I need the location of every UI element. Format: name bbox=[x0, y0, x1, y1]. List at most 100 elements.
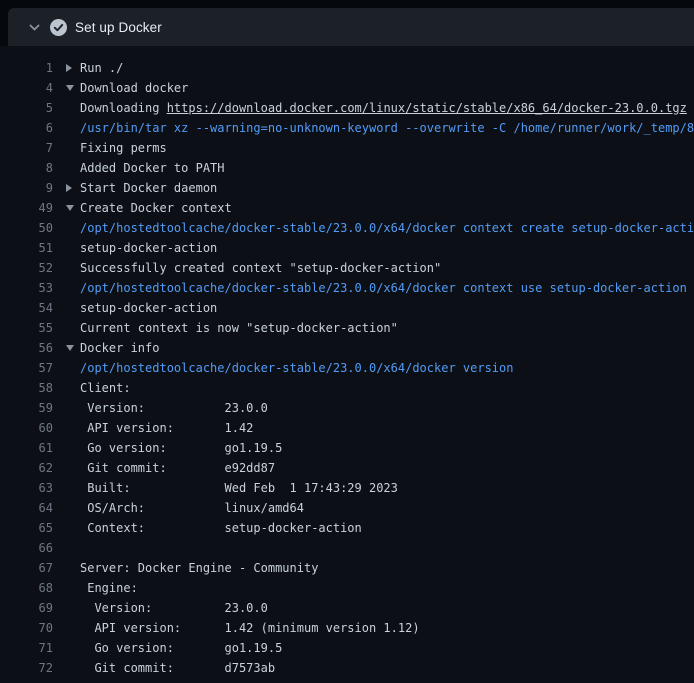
log-line: 66 bbox=[0, 538, 694, 558]
log-text: setup-docker-action bbox=[80, 301, 217, 315]
log-line: 54 setup-docker-action bbox=[0, 298, 694, 318]
line-number[interactable]: 51 bbox=[0, 238, 53, 258]
line-number[interactable]: 5 bbox=[0, 98, 53, 118]
log-text: Server: Docker Engine - Community bbox=[80, 561, 318, 575]
line-number[interactable]: 64 bbox=[0, 498, 53, 518]
log-line-text bbox=[66, 538, 694, 558]
log-text: Downloading bbox=[80, 101, 167, 115]
log-line: 53 /opt/hostedtoolcache/docker-stable/23… bbox=[0, 278, 694, 298]
log-line-text: /opt/hostedtoolcache/docker-stable/23.0.… bbox=[66, 278, 694, 298]
log-text: Client: bbox=[80, 381, 131, 395]
log-text: Built: Wed Feb 1 17:43:29 2023 bbox=[80, 481, 398, 495]
log-line: 51 setup-docker-action bbox=[0, 238, 694, 258]
log-line-text: API version: 1.42 (minimum version 1.12) bbox=[66, 618, 694, 638]
log-line-text: Create Docker context bbox=[66, 198, 694, 218]
log-text: Version: 23.0.0 bbox=[80, 401, 268, 415]
log-line-text: Current context is now "setup-docker-act… bbox=[66, 318, 694, 338]
log-line-text: Go version: go1.19.5 bbox=[66, 438, 694, 458]
log-line: 70 API version: 1.42 (minimum version 1.… bbox=[0, 618, 694, 638]
log-line-text: Downloading https://download.docker.com/… bbox=[66, 98, 694, 118]
line-number[interactable]: 6 bbox=[0, 118, 53, 138]
line-number[interactable]: 72 bbox=[0, 658, 53, 678]
line-number[interactable]: 57 bbox=[0, 358, 53, 378]
log-line: 59 Version: 23.0.0 bbox=[0, 398, 694, 418]
log-line: 6 /usr/bin/tar xz --warning=no-unknown-k… bbox=[0, 118, 694, 138]
group-title: Create Docker context bbox=[80, 201, 232, 215]
command-text: /opt/hostedtoolcache/docker-stable/23.0.… bbox=[80, 281, 687, 295]
log-line-text: Engine: bbox=[66, 578, 694, 598]
group-title: Download docker bbox=[80, 81, 188, 95]
log-lines-container: 1 Run ./ 4 Download docker 5 Downloading… bbox=[0, 46, 694, 683]
log-line: 65 Context: setup-docker-action bbox=[0, 518, 694, 538]
log-line-text: Start Docker daemon bbox=[66, 178, 694, 198]
log-url-link[interactable]: https://download.docker.com/linux/static… bbox=[167, 101, 687, 115]
line-number[interactable]: 54 bbox=[0, 298, 53, 318]
log-line-text: /opt/hostedtoolcache/docker-stable/23.0.… bbox=[66, 358, 694, 378]
line-number[interactable]: 52 bbox=[0, 258, 53, 278]
log-line-text: Client: bbox=[66, 378, 694, 398]
log-text: Current context is now "setup-docker-act… bbox=[80, 321, 398, 335]
line-number[interactable]: 60 bbox=[0, 418, 53, 438]
log-line: 50 /opt/hostedtoolcache/docker-stable/23… bbox=[0, 218, 694, 238]
log-line: 5 Downloading https://download.docker.co… bbox=[0, 98, 694, 118]
log-text: OS/Arch: linux/amd64 bbox=[80, 501, 304, 515]
line-number[interactable]: 65 bbox=[0, 518, 53, 538]
chevron-down-icon[interactable] bbox=[28, 21, 41, 34]
step-header[interactable]: Set up Docker bbox=[8, 8, 694, 46]
log-group-header[interactable]: 49 Create Docker context bbox=[0, 198, 694, 218]
log-line: 64 OS/Arch: linux/amd64 bbox=[0, 498, 694, 518]
log-line: 69 Version: 23.0.0 bbox=[0, 598, 694, 618]
line-number[interactable]: 56 bbox=[0, 338, 53, 358]
line-number[interactable]: 61 bbox=[0, 438, 53, 458]
log-group-header[interactable]: 9 Start Docker daemon bbox=[0, 178, 694, 198]
line-number[interactable]: 9 bbox=[0, 178, 53, 198]
log-text: Go version: go1.19.5 bbox=[80, 641, 282, 655]
group-title: Start Docker daemon bbox=[80, 181, 217, 195]
log-text: Go version: go1.19.5 bbox=[80, 441, 282, 455]
line-number[interactable]: 67 bbox=[0, 558, 53, 578]
line-number[interactable]: 8 bbox=[0, 158, 53, 178]
log-line-text: Version: 23.0.0 bbox=[66, 598, 694, 618]
line-number[interactable]: 69 bbox=[0, 598, 53, 618]
log-text: Fixing perms bbox=[80, 141, 167, 155]
triangle-expanded-icon bbox=[66, 345, 74, 351]
log-text: Successfully created context "setup-dock… bbox=[80, 261, 441, 275]
log-line: 61 Go version: go1.19.5 bbox=[0, 438, 694, 458]
log-text: Context: setup-docker-action bbox=[80, 521, 362, 535]
line-number[interactable]: 55 bbox=[0, 318, 53, 338]
triangle-collapsed-icon bbox=[66, 64, 72, 72]
log-line: 72 Git commit: d7573ab bbox=[0, 658, 694, 678]
command-text: /opt/hostedtoolcache/docker-stable/23.0.… bbox=[80, 221, 694, 235]
line-number[interactable]: 63 bbox=[0, 478, 53, 498]
line-number[interactable]: 59 bbox=[0, 398, 53, 418]
line-number[interactable]: 66 bbox=[0, 538, 53, 558]
log-line-text: Server: Docker Engine - Community bbox=[66, 558, 694, 578]
log-line: 68 Engine: bbox=[0, 578, 694, 598]
line-number[interactable]: 58 bbox=[0, 378, 53, 398]
line-number[interactable]: 50 bbox=[0, 218, 53, 238]
log-line: 52 Successfully created context "setup-d… bbox=[0, 258, 694, 278]
line-number[interactable]: 68 bbox=[0, 578, 53, 598]
line-number[interactable]: 70 bbox=[0, 618, 53, 638]
log-line-text: Fixing perms bbox=[66, 138, 694, 158]
log-line: 63 Built: Wed Feb 1 17:43:29 2023 bbox=[0, 478, 694, 498]
line-number[interactable]: 71 bbox=[0, 638, 53, 658]
line-number[interactable]: 62 bbox=[0, 458, 53, 478]
log-text: Git commit: d7573ab bbox=[80, 661, 275, 675]
workflow-log-panel: Set up Docker 1 Run ./ 4 Download docker… bbox=[0, 0, 694, 683]
line-number[interactable]: 1 bbox=[0, 58, 53, 78]
group-title: Docker info bbox=[80, 341, 159, 355]
log-line-text: Added Docker to PATH bbox=[66, 158, 694, 178]
log-line-text: API version: 1.42 bbox=[66, 418, 694, 438]
line-number[interactable]: 4 bbox=[0, 78, 53, 98]
log-line-text: Docker info bbox=[66, 338, 694, 358]
line-number[interactable]: 49 bbox=[0, 198, 53, 218]
log-group-header[interactable]: 1 Run ./ bbox=[0, 58, 694, 78]
group-title: Run ./ bbox=[80, 61, 123, 75]
line-number[interactable]: 53 bbox=[0, 278, 53, 298]
log-group-header[interactable]: 56 Docker info bbox=[0, 338, 694, 358]
triangle-expanded-icon bbox=[66, 85, 74, 91]
log-group-header[interactable]: 4 Download docker bbox=[0, 78, 694, 98]
line-number[interactable]: 7 bbox=[0, 138, 53, 158]
log-line-text: OS/Arch: linux/amd64 bbox=[66, 498, 694, 518]
